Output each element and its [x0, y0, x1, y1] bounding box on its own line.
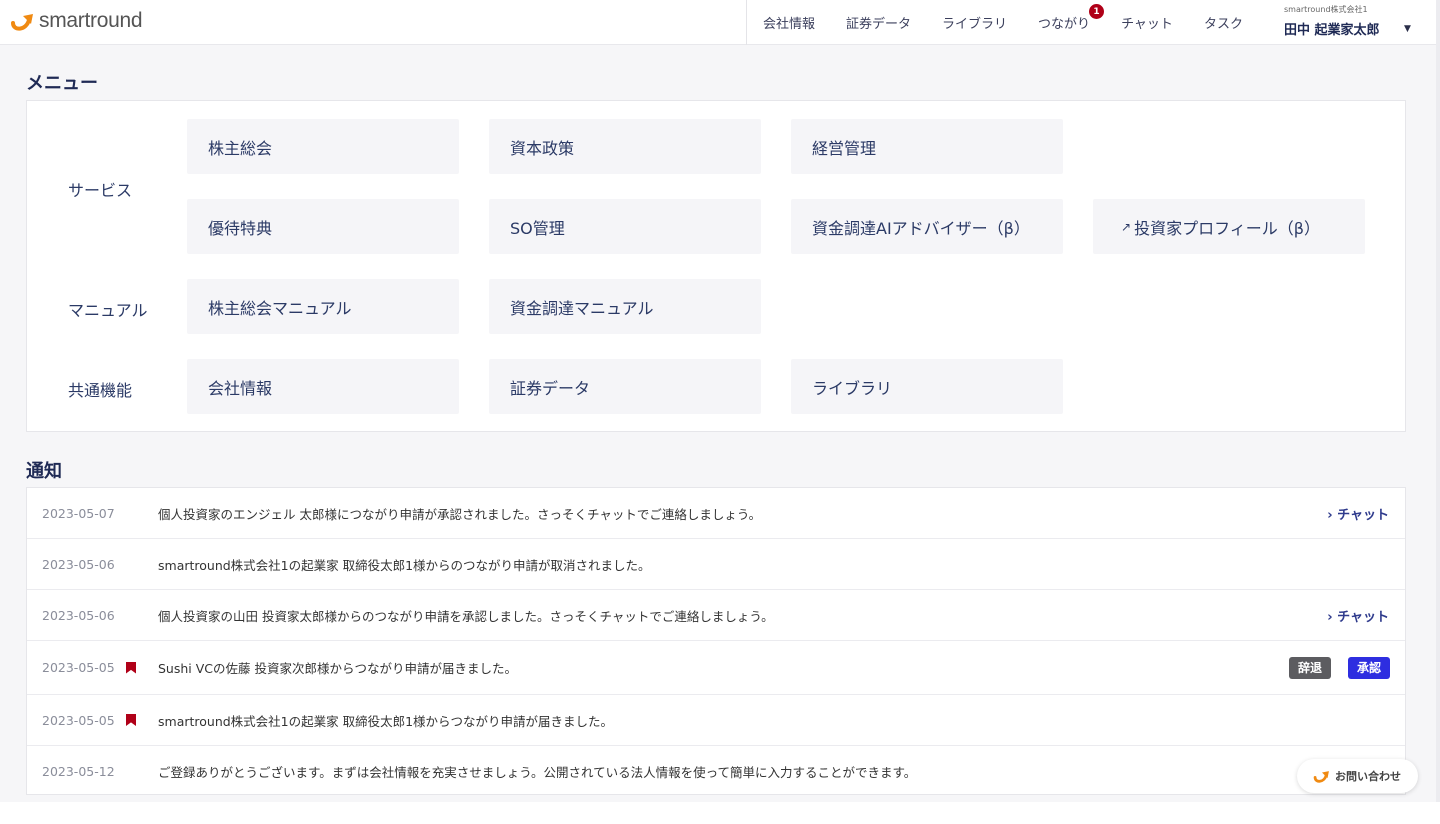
notification-item: 2023-05-05 smartround株式会社1の起業家 取締役太郎1様から…	[27, 695, 1405, 746]
user-name: 田中 起業家太郎	[1284, 23, 1380, 38]
notification-text: smartround株式会社1の起業家 取締役太郎1様からのつながり申請が取消さ…	[158, 557, 651, 573]
menu-shareholders-meeting[interactable]: 株主総会	[187, 119, 459, 174]
row-label-service: サービス	[68, 181, 133, 200]
user-menu[interactable]: smartround株式会社1 田中 起業家太郎	[1284, 4, 1380, 38]
menu-title: メニュー	[26, 73, 98, 94]
notifications-list: 2023-05-07 個人投資家のエンジェル 太郎様につながり申請が承認されまし…	[26, 487, 1406, 795]
bookmark-icon	[126, 714, 136, 726]
main-nav: 会社情報 証券データ ライブラリ つながり 1 チャット タスク	[746, 0, 1274, 45]
logo[interactable]: smartround	[10, 9, 143, 33]
notification-date: 2023-05-06	[42, 607, 115, 623]
row-label-manual: マニュアル	[68, 301, 148, 320]
menu-benefits[interactable]: 優待特典	[187, 199, 459, 254]
notification-date: 2023-05-06	[42, 556, 115, 572]
external-link-icon: ↗	[1121, 219, 1132, 234]
nav-company-info[interactable]: 会社情報	[763, 13, 815, 32]
notification-item: 2023-05-12 ご登録ありがとうございます。まずは会社情報を充実させましょ…	[27, 746, 1405, 797]
menu-securities-data[interactable]: 証券データ	[489, 359, 761, 414]
nav-connections[interactable]: つながり 1	[1038, 4, 1105, 32]
notification-text: smartround株式会社1の起業家 取締役太郎1様からつながり申請が届きまし…	[158, 713, 614, 729]
notification-item: 2023-05-06 smartround株式会社1の起業家 取締役太郎1様から…	[27, 539, 1405, 590]
approve-button[interactable]: 承認	[1347, 656, 1390, 679]
nav-securities-data[interactable]: 証券データ	[846, 13, 911, 32]
notification-text: Sushi VCの佐藤 投資家次郎様からつながり申請が届きました。	[158, 661, 517, 676]
menu-company-info[interactable]: 会社情報	[187, 359, 459, 414]
notification-text: 個人投資家の山田 投資家太郎様からのつながり申請を承認しました。さっそくチャット…	[158, 608, 774, 624]
nav-library[interactable]: ライブラリ	[942, 13, 1007, 32]
menu-fundraising-manual[interactable]: 資金調達マニュアル	[489, 279, 761, 334]
connections-badge: 1	[1089, 4, 1105, 19]
nav-chat[interactable]: チャット	[1121, 13, 1173, 32]
menu-panel: サービス 株主総会 資本政策 経営管理 優待特典 SO管理 資金調達AIアドバイ…	[26, 100, 1406, 432]
notification-item: 2023-05-06 個人投資家の山田 投資家太郎様からのつながり申請を承認しま…	[27, 590, 1405, 641]
chevron-down-icon[interactable]: ▼	[1404, 24, 1411, 34]
decline-button[interactable]: 辞退	[1288, 656, 1331, 679]
notification-item: 2023-05-05 Sushi VCの佐藤 投資家次郎様からつながり申請が届き…	[27, 641, 1405, 695]
nav-connections-label: つながり	[1038, 17, 1091, 32]
chat-link[interactable]: › チャット	[1327, 606, 1389, 625]
menu-management[interactable]: 経営管理	[791, 119, 1063, 174]
notification-text: ご登録ありがとうございます。まずは会社情報を充実させましょう。公開されている法人…	[158, 765, 917, 780]
notification-date: 2023-05-12	[42, 764, 115, 779]
logo-text: smartround	[39, 9, 143, 32]
company-name: smartround株式会社1	[1284, 5, 1368, 14]
notification-date: 2023-05-07	[42, 505, 115, 521]
menu-fundraising-ai[interactable]: 資金調達AIアドバイザー（β）	[791, 199, 1063, 254]
chat-link[interactable]: › チャット	[1327, 504, 1389, 523]
logo-arrow-icon	[1313, 771, 1329, 783]
notification-date: 2023-05-05	[42, 660, 115, 675]
bookmark-icon	[126, 661, 136, 674]
menu-shareholders-manual[interactable]: 株主総会マニュアル	[187, 279, 459, 334]
logo-arrow-icon	[11, 14, 33, 31]
notification-text: 個人投資家のエンジェル 太郎様につながり申請が承認されました。さっそくチャットで…	[158, 506, 762, 522]
nav-tasks[interactable]: タスク	[1204, 13, 1243, 32]
menu-capital-policy[interactable]: 資本政策	[489, 119, 761, 174]
top-header: smartround 会社情報 証券データ ライブラリ つながり 1 チャット タ…	[0, 0, 1436, 45]
menu-investor-profile[interactable]: ↗ 投資家プロフィール（β）	[1093, 199, 1365, 254]
menu-so-management[interactable]: SO管理	[489, 199, 761, 254]
notifications-title: 通知	[26, 461, 62, 482]
contact-label: お問い合わせ	[1335, 770, 1401, 783]
notification-item: 2023-05-07 個人投資家のエンジェル 太郎様につながり申請が承認されまし…	[27, 488, 1405, 539]
contact-button[interactable]: お問い合わせ	[1297, 759, 1418, 793]
notification-date: 2023-05-05	[42, 712, 115, 728]
menu-investor-profile-label: 投資家プロフィール（β）	[1134, 218, 1320, 238]
menu-library[interactable]: ライブラリ	[791, 359, 1063, 414]
row-label-common: 共通機能	[68, 381, 133, 400]
scrollbar[interactable]	[1436, 0, 1440, 802]
